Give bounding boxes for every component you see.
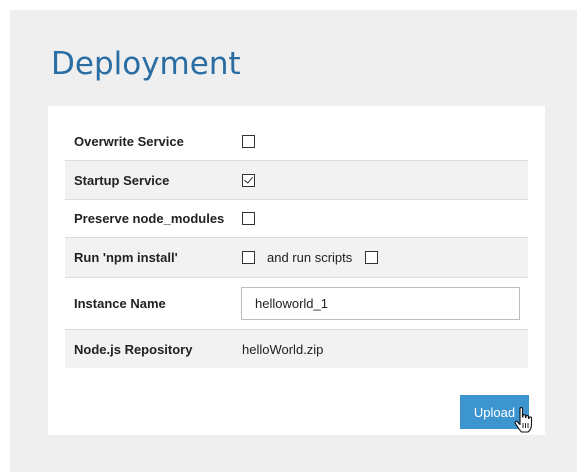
overwrite-service-checkbox[interactable]	[242, 135, 255, 148]
form-row-preserve-node-modules: Preserve node_modules	[65, 200, 528, 238]
run-npm-install-checkbox[interactable]	[242, 251, 255, 264]
deployment-form-panel: Overwrite Service Startup Service Preser…	[48, 106, 545, 435]
preserve-node-modules-value	[242, 212, 255, 225]
nodejs-repository-value: helloWorld.zip	[242, 342, 323, 357]
run-scripts-checkbox[interactable]	[365, 251, 379, 264]
form-row-run-npm-install: Run 'npm install' and run scripts	[65, 238, 528, 278]
overwrite-service-label: Overwrite Service	[74, 134, 184, 149]
nodejs-repository-label: Node.js Repository	[74, 341, 193, 357]
instance-name-label: Instance Name	[74, 296, 166, 311]
run-scripts-label: and run scripts	[267, 250, 353, 265]
page-title: Deployment	[51, 46, 241, 82]
form-row-instance-name: Instance Name	[65, 278, 528, 330]
preserve-node-modules-label: Preserve node_modules	[74, 211, 225, 226]
upload-button[interactable]: Upload	[460, 395, 529, 429]
overwrite-service-value	[242, 135, 255, 148]
deployment-form: Overwrite Service Startup Service Preser…	[65, 123, 528, 368]
page-background: Deployment Overwrite Service Startup Ser…	[10, 10, 577, 472]
form-row-overwrite-service: Overwrite Service	[65, 123, 528, 161]
form-row-startup-service: Startup Service	[65, 161, 528, 200]
startup-service-value	[242, 173, 255, 187]
startup-service-label: Startup Service	[74, 172, 170, 188]
nodejs-repository-filename: helloWorld.zip	[242, 341, 324, 357]
run-npm-install-value: and run scripts	[242, 250, 379, 265]
run-npm-install-label: Run 'npm install'	[74, 250, 178, 265]
form-row-nodejs-repository: Node.js Repository helloWorld.zip	[65, 330, 528, 368]
instance-name-input[interactable]	[241, 287, 520, 320]
preserve-node-modules-checkbox[interactable]	[242, 212, 255, 225]
startup-service-checkbox[interactable]	[242, 173, 255, 187]
